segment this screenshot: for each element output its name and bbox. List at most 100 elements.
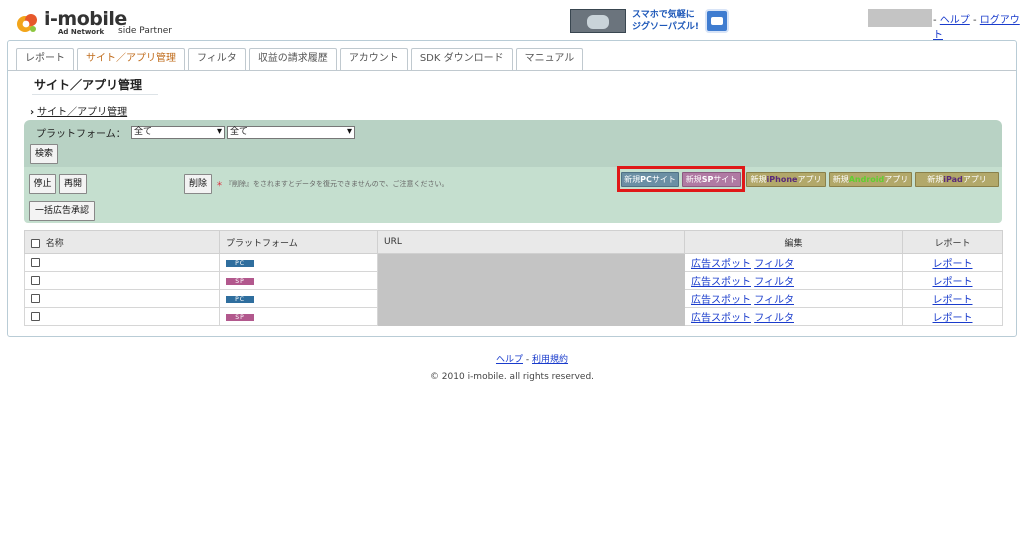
table-row: SP 広告スポット フィルタ レポート [24,307,1003,326]
url-cell-redacted [377,307,685,326]
tab-report[interactable]: レポート [16,48,74,70]
page-title: サイト／アプリ管理 [34,78,143,92]
new-android-app-button[interactable]: 新規Androidアプリ [829,172,912,187]
report-link[interactable]: レポート [933,313,973,324]
bulk-approve-button[interactable]: 一括広告承認 [29,201,95,221]
new-iphone-prefix: 新規 [750,175,767,184]
imobile-logo[interactable]: i-mobile Ad Network side Partner [14,8,204,41]
tab-site-app-management[interactable]: サイト／アプリ管理 [77,48,185,70]
delete-button[interactable]: 削除 [184,174,212,194]
new-iphone-app-button[interactable]: 新規iPhoneアプリ [746,172,826,187]
platform-filter-label: プラットフォーム： [36,129,126,140]
name-cell [24,289,220,308]
nav-tabs: レポート サイト／アプリ管理 フィルタ 収益の請求履歴 アカウント SDK ダウ… [16,48,584,70]
delete-warning-text: 『削除』をされますとデータを復元できませんので、ご注意ください。 [225,180,449,188]
new-ipad-suffix: アプリ [962,175,987,184]
action-area: 停止 再開 削除 ＊『削除』をされますとデータを復元できませんので、ご注意くださ… [24,166,1002,223]
highlight-box [617,166,745,192]
filter-link[interactable]: フィルタ [754,259,794,270]
footer-separator: - [525,355,530,365]
report-link[interactable]: レポート [933,277,973,288]
platform-badge: PC [226,296,254,303]
banner-line1: スマホで気軽に [632,10,695,20]
tab-manual[interactable]: マニュアル [515,48,584,70]
url-cell-redacted [377,289,685,308]
filter-link[interactable]: フィルタ [754,313,794,324]
report-cell: レポート [902,271,1003,290]
report-cell: レポート [902,307,1003,326]
stop-button[interactable]: 停止 [29,174,56,194]
breadcrumb: › サイト／アプリ管理 [30,103,127,118]
report-column-header: レポート [902,230,1003,254]
report-link[interactable]: レポート [933,295,973,306]
banner-line2: ジグソーパズル! [632,22,700,32]
top-links: - ヘルプ - ログアウト [933,11,1024,41]
copyright: © 2010 i-mobile. all rights reserved. [429,372,595,382]
footer-terms-link[interactable]: 利用規約 [532,355,568,365]
name-cell [24,271,220,290]
edit-cell: 広告スポット フィルタ [684,253,903,272]
logo-text: i-mobile [44,8,127,30]
separator: - [972,15,977,26]
ad-spot-link[interactable]: 広告スポット [691,295,751,306]
platform-badge: SP [226,314,254,321]
report-link[interactable]: レポート [933,259,973,270]
name-cell [24,307,220,326]
report-cell: レポート [902,289,1003,308]
url-column-header: URL [377,230,685,254]
new-ipad-app-button[interactable]: 新規iPadアプリ [915,172,999,187]
row-checkbox[interactable] [31,311,40,321]
platform-column-header: プラットフォーム [219,230,378,254]
footer-links: ヘルプ - 利用規約 [0,352,1024,365]
tab-account[interactable]: アカウント [339,48,408,70]
row-checkbox[interactable] [31,275,40,285]
main-panel: レポート サイト／アプリ管理 フィルタ 収益の請求履歴 アカウント SDK ダウ… [7,40,1017,337]
ad-spot-link[interactable]: 広告スポット [691,313,751,324]
new-android-bold: Android [848,175,885,184]
help-link[interactable]: ヘルプ [940,15,970,26]
sites-table: 名称 プラットフォーム URL 編集 レポート PC 広告スポット フィルタ レ… [24,230,1003,326]
url-cell-redacted [377,271,685,290]
new-iphone-bold: iPhone [766,175,798,184]
table-row: PC 広告スポット フィルタ レポート [24,289,1003,308]
select-all-checkbox[interactable] [31,238,40,248]
ad-spot-link[interactable]: 広告スポット [691,259,751,270]
delete-warning: ＊『削除』をされますとデータを復元できませんので、ご注意ください。 [216,179,449,189]
row-checkbox[interactable] [31,257,40,267]
url-cell-redacted [377,253,685,272]
new-iphone-suffix: アプリ [797,175,822,184]
filter-link[interactable]: フィルタ [754,295,794,306]
tab-filter[interactable]: フィルタ [188,48,246,70]
chevron-right-icon: › [30,107,35,118]
footer-help-link[interactable]: ヘルプ [496,355,523,365]
edit-column-header: 編集 [684,230,903,254]
tab-divider [8,70,1016,71]
puzzle-ad-banner[interactable]: スマホで気軽に ジグソーパズル! [570,9,730,33]
banner-image [570,9,626,33]
platform-badge: PC [226,260,254,267]
logo-partner-text: side Partner [118,26,173,36]
search-button[interactable]: 検索 [30,144,58,164]
username-redacted [868,9,932,27]
report-cell: レポート [902,253,1003,272]
platform-select[interactable]: 全て [131,126,225,139]
banner-text: スマホで気軽に ジグソーパズル! [632,9,699,33]
tab-billing-history[interactable]: 収益の請求履歴 [248,48,337,70]
edit-cell: 広告スポット フィルタ [684,289,903,308]
tab-sdk-download[interactable]: SDK ダウンロード [410,48,513,70]
breadcrumb-link[interactable]: サイト／アプリ管理 [37,107,127,118]
filter-area: プラットフォーム： 全て 全て 検索 [24,120,1002,167]
ad-spot-link[interactable]: 広告スポット [691,277,751,288]
table-header-row: 名称 プラットフォーム URL 編集 レポート [24,230,1003,254]
new-android-suffix: アプリ [884,175,909,184]
title-divider [32,94,158,95]
resume-button[interactable]: 再開 [59,174,87,194]
logo-subtitle: Ad Network [58,28,105,36]
platform-subselect[interactable]: 全て [227,126,355,139]
name-cell [24,253,220,272]
new-ipad-prefix: 新規 [927,175,944,184]
filter-link[interactable]: フィルタ [754,277,794,288]
table-row: PC 広告スポット フィルタ レポート [24,253,1003,272]
row-checkbox[interactable] [31,293,40,303]
imobile-logo-icon [17,14,37,32]
